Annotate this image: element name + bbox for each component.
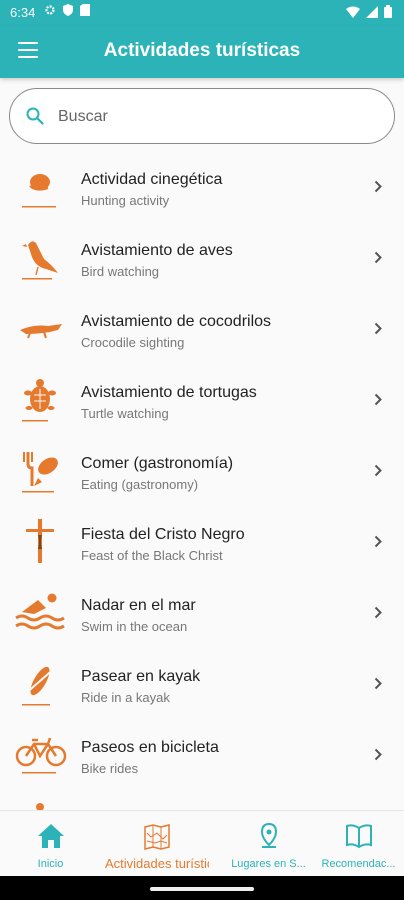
item-subtitle: Ride in a kayak — [81, 690, 170, 705]
nav-recomendaciones[interactable]: Recomendac... — [313, 811, 404, 877]
search-bar[interactable] — [9, 88, 395, 144]
status-system-icons — [346, 5, 392, 18]
item-subtitle: Eating (gastronomy) — [81, 477, 199, 492]
nav-actividades[interactable]: Actividades turísticas — [105, 811, 209, 877]
system-nav-bar — [0, 876, 404, 900]
chevron-right-icon — [374, 606, 382, 619]
cross-icon — [26, 519, 54, 563]
list-item[interactable]: Fiesta del Cristo Negro Feast of the Bla… — [0, 507, 404, 578]
list-item[interactable]: Pasear en kayak Ride in a kayak — [0, 649, 404, 720]
nav-label: Inicio — [37, 858, 64, 870]
turtle-icon — [22, 379, 56, 422]
bird-icon — [22, 241, 58, 280]
chevron-right-icon — [374, 180, 382, 193]
item-subtitle: Feast of the Black Christ — [81, 548, 223, 563]
swimming-icon — [15, 593, 65, 630]
book-icon — [345, 824, 372, 849]
wifi-icon — [346, 6, 360, 18]
nav-label: Actividades turísticas — [105, 856, 209, 871]
status-notification-icons — [44, 4, 90, 16]
chevron-right-icon — [374, 748, 382, 761]
chevron-right-icon — [374, 677, 382, 690]
item-title: Paseos en bicicleta — [81, 739, 219, 756]
home-gesture-pill[interactable] — [150, 887, 254, 891]
item-subtitle: Bike rides — [81, 761, 139, 776]
page-title: Actividades turísticas — [103, 40, 301, 61]
item-title: Comer (gastronomía) — [81, 455, 234, 472]
list-item[interactable]: Avistamiento de cocodrilos Crocodile sig… — [0, 294, 404, 365]
shield-status-icon — [63, 4, 73, 16]
chevron-right-icon — [374, 393, 382, 406]
chevron-right-icon — [374, 251, 382, 264]
item-title: Nadar en el mar — [81, 597, 196, 614]
status-time: 6:34 — [10, 5, 36, 20]
search-input[interactable] — [56, 105, 360, 129]
chevron-right-icon — [374, 322, 382, 335]
list-item-partial[interactable] — [0, 791, 404, 810]
item-title: Avistamiento de aves — [81, 242, 233, 259]
search-icon — [26, 107, 44, 125]
item-title: Avistamiento de tortugas — [81, 384, 257, 401]
list-item[interactable]: Avistamiento de tortugas Turtle watching — [0, 365, 404, 436]
location-pin-icon — [260, 823, 277, 848]
hunting-icon — [22, 174, 56, 208]
nav-label: Lugares en S... — [231, 858, 306, 870]
status-bar: 6:34 — [0, 0, 404, 26]
item-subtitle: Turtle watching — [81, 406, 169, 421]
nav-lugares[interactable]: Lugares en S... — [218, 811, 319, 877]
bicycle-icon — [15, 737, 67, 774]
list-item[interactable]: Nadar en el mar Swim in the ocean — [0, 578, 404, 649]
item-title: Pasear en kayak — [81, 668, 201, 685]
crocodile-icon — [20, 324, 62, 339]
list-item[interactable]: Avistamiento de aves Bird watching — [0, 223, 404, 294]
item-subtitle: Bird watching — [81, 264, 160, 279]
list-item[interactable]: Paseos en bicicleta Bike rides — [0, 720, 404, 791]
battery-icon — [384, 5, 392, 18]
sim-status-icon — [80, 4, 90, 16]
item-subtitle: Swim in the ocean — [81, 619, 188, 634]
item-title: Avistamiento de cocodrilos — [81, 313, 272, 330]
food-icon — [22, 452, 58, 493]
item-title: Fiesta del Cristo Negro — [81, 526, 245, 543]
chevron-right-icon — [374, 464, 382, 477]
item-subtitle: Crocodile sighting — [81, 335, 185, 350]
item-subtitle: Hunting activity — [81, 193, 170, 208]
map-icon — [144, 824, 170, 850]
home-icon — [37, 824, 64, 848]
signal-icon — [366, 5, 378, 18]
item-title: Actividad cinegética — [81, 171, 223, 188]
nav-label: Recomendac... — [321, 858, 396, 870]
app-bar: Actividades turísticas — [0, 26, 404, 78]
bottom-navigation: Inicio Actividades turísticas Lugares en… — [0, 810, 404, 877]
activity-list: Actividad cinegética Hunting activity Av… — [0, 152, 404, 810]
settings-status-icon — [45, 5, 55, 15]
list-item[interactable]: Comer (gastronomía) Eating (gastronomy) — [0, 436, 404, 507]
list-item[interactable]: Actividad cinegética Hunting activity — [0, 152, 404, 223]
chevron-right-icon — [374, 535, 382, 548]
activity-icon — [36, 803, 44, 810]
kayak-icon — [22, 666, 57, 706]
nav-inicio[interactable]: Inicio — [0, 811, 101, 877]
